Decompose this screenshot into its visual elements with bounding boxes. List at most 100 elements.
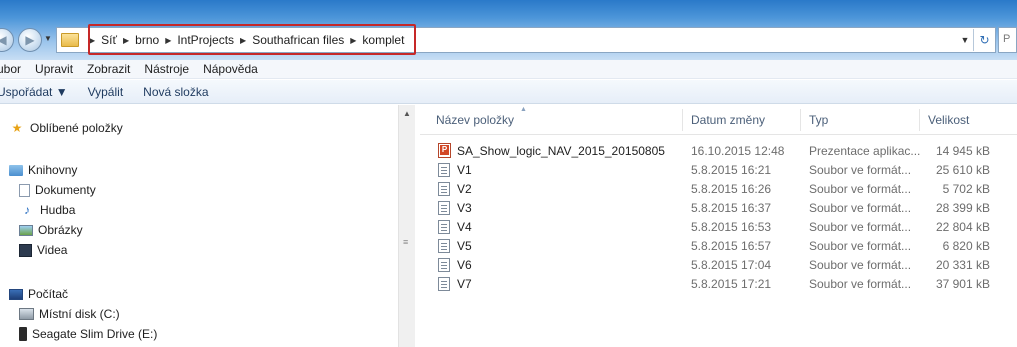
file-size: 14 945 kB	[935, 144, 990, 158]
file-name: V2	[457, 182, 472, 196]
nav-item-pictures[interactable]: Obrázky	[19, 221, 83, 239]
chevron-right-icon[interactable]: ▶	[123, 36, 129, 45]
video-file-icon	[438, 258, 450, 272]
menu-bar: ubor Upravit Zobrazit Nástroje Nápověda	[0, 60, 1017, 79]
navigation-scrollbar[interactable]: ▲ ≡	[398, 105, 415, 347]
breadcrumb: ▶ Síť ▶ brno ▶ IntProjects ▶ Southafrica…	[79, 28, 404, 52]
video-file-icon	[438, 163, 450, 177]
file-name: V4	[457, 220, 472, 234]
column-header-size[interactable]: Velikost	[928, 113, 969, 127]
nav-item-libraries[interactable]: Knihovny	[9, 161, 77, 179]
nav-item-favorites[interactable]: ★ Oblíbené položky	[9, 119, 123, 137]
nav-item-label: Seagate Slim Drive (E:)	[32, 327, 158, 341]
window-titlebar: ◀ ▶ ▼ ▶ Síť ▶ brno ▶ IntProjects ▶ South…	[0, 0, 1017, 60]
file-row[interactable]: V3 5.8.2015 16:37 Soubor ve formát... 28 39…	[420, 199, 1017, 218]
file-date-modified: 5.8.2015 16:21	[691, 163, 772, 177]
sort-ascending-icon: ▲	[520, 106, 527, 113]
breadcrumb-item-intprojects[interactable]: IntProjects	[177, 33, 234, 47]
video-file-icon	[438, 277, 450, 291]
file-name: V6	[457, 258, 472, 272]
nav-item-label: Knihovny	[28, 163, 78, 177]
file-size: 20 331 kB	[935, 258, 990, 272]
nav-item-videos[interactable]: Videa	[19, 241, 67, 259]
file-type: Soubor ve formát...	[809, 182, 912, 196]
file-row[interactable]: V1 5.8.2015 16:21 Soubor ve formát... 25 61…	[420, 161, 1017, 180]
file-row[interactable]: V5 5.8.2015 16:57 Soubor ve formát... 6 820…	[420, 237, 1017, 256]
nav-item-label: Videa	[37, 243, 68, 257]
external-drive-icon	[19, 327, 27, 341]
menu-file[interactable]: ubor	[0, 62, 21, 76]
scroll-grip-icon[interactable]: ≡	[403, 237, 408, 247]
search-input[interactable]: P	[998, 27, 1017, 53]
nav-item-documents[interactable]: Dokumenty	[19, 181, 96, 199]
chevron-right-icon[interactable]: ▶	[240, 36, 246, 45]
file-date-modified: 5.8.2015 17:04	[691, 258, 772, 272]
nav-item-label: Počítač	[28, 287, 69, 301]
file-name: V3	[457, 201, 472, 215]
refresh-icon[interactable]: ↻	[973, 29, 995, 51]
nav-item-music[interactable]: ♪ Hudba	[19, 201, 75, 219]
file-row[interactable]: V7 5.8.2015 17:21 Soubor ve formát... 37 90…	[420, 275, 1017, 294]
nav-item-label: Dokumenty	[35, 183, 96, 197]
document-icon	[19, 183, 30, 197]
breadcrumb-item-southafrican-files[interactable]: Southafrican files	[252, 33, 344, 47]
menu-view[interactable]: Zobrazit	[87, 62, 130, 76]
pictures-icon	[19, 224, 33, 236]
address-dropdown-icon[interactable]: ▼	[957, 35, 973, 45]
organize-button[interactable]: Uspořádat ▼	[0, 85, 68, 99]
scroll-up-icon[interactable]: ▲	[403, 109, 411, 118]
menu-tools[interactable]: Nástroje	[144, 62, 189, 76]
breadcrumb-item-network[interactable]: Síť	[101, 33, 117, 47]
column-header-date[interactable]: Datum změny	[691, 113, 765, 127]
arrow-left-icon: ◀	[0, 33, 7, 47]
file-type: Soubor ve formát...	[809, 239, 912, 253]
nav-item-computer[interactable]: Počítač	[9, 285, 68, 303]
nav-item-local-disk[interactable]: Místní disk (C:)	[19, 305, 120, 323]
computer-icon	[9, 288, 23, 300]
file-date-modified: 5.8.2015 16:26	[691, 182, 772, 196]
breadcrumb-item-brno[interactable]: brno	[135, 33, 159, 47]
file-row[interactable]: V4 5.8.2015 16:53 Soubor ve formát... 22 80…	[420, 218, 1017, 237]
nav-item-seagate-drive[interactable]: Seagate Slim Drive (E:)	[19, 325, 157, 343]
file-date-modified: 5.8.2015 16:53	[691, 220, 772, 234]
music-icon: ♪	[24, 203, 30, 217]
file-date-modified: 16.10.2015 12:48	[691, 144, 785, 158]
column-header-type[interactable]: Typ	[809, 113, 828, 127]
command-bar: Uspořádat ▼ Vypálit Nová složka	[0, 80, 1017, 104]
menu-edit[interactable]: Upravit	[35, 62, 73, 76]
star-icon: ★	[11, 121, 23, 135]
chevron-right-icon[interactable]: ▶	[165, 36, 171, 45]
column-headers: ▲ Název položky Datum změny Typ Velikost	[420, 105, 1017, 135]
video-file-icon	[438, 239, 450, 253]
file-row[interactable]: SA_Show_logic_NAV_2015_20150805 16.10.201…	[420, 142, 1017, 161]
back-button[interactable]: ◀	[0, 28, 14, 52]
file-list: ▲ Název položky Datum změny Typ Velikost…	[420, 105, 1017, 347]
chevron-right-icon[interactable]: ▶	[350, 36, 356, 45]
file-size: 5 702 kB	[942, 182, 990, 196]
file-name: V1	[457, 163, 472, 177]
new-folder-button[interactable]: Nová složka	[143, 85, 208, 99]
file-row[interactable]: V2 5.8.2015 16:26 Soubor ve formát... 5 702…	[420, 180, 1017, 199]
file-date-modified: 5.8.2015 16:57	[691, 239, 772, 253]
file-name: V7	[457, 277, 472, 291]
recent-pages-dropdown-icon[interactable]: ▼	[44, 34, 52, 43]
file-type: Soubor ve formát...	[809, 258, 912, 272]
nav-item-label: Místní disk (C:)	[39, 307, 120, 321]
burn-button[interactable]: Vypálit	[88, 85, 124, 99]
file-size: 28 399 kB	[935, 201, 990, 215]
menu-help[interactable]: Nápověda	[203, 62, 258, 76]
chevron-right-icon[interactable]: ▶	[89, 36, 95, 45]
libraries-icon	[9, 164, 23, 176]
address-bar[interactable]: ▶ Síť ▶ brno ▶ IntProjects ▶ Southafrica…	[56, 27, 996, 53]
file-size: 22 804 kB	[935, 220, 990, 234]
file-type: Prezentace aplikac...	[809, 144, 921, 158]
folder-icon	[61, 33, 79, 47]
video-file-icon	[438, 220, 450, 234]
forward-button[interactable]: ▶	[18, 28, 42, 52]
column-header-name[interactable]: Název položky	[436, 113, 514, 127]
file-type: Soubor ve formát...	[809, 163, 912, 177]
file-size: 25 610 kB	[935, 163, 990, 177]
powerpoint-icon	[438, 143, 451, 158]
breadcrumb-item-komplet[interactable]: komplet	[362, 33, 404, 47]
file-row[interactable]: V6 5.8.2015 17:04 Soubor ve formát... 20 33…	[420, 256, 1017, 275]
